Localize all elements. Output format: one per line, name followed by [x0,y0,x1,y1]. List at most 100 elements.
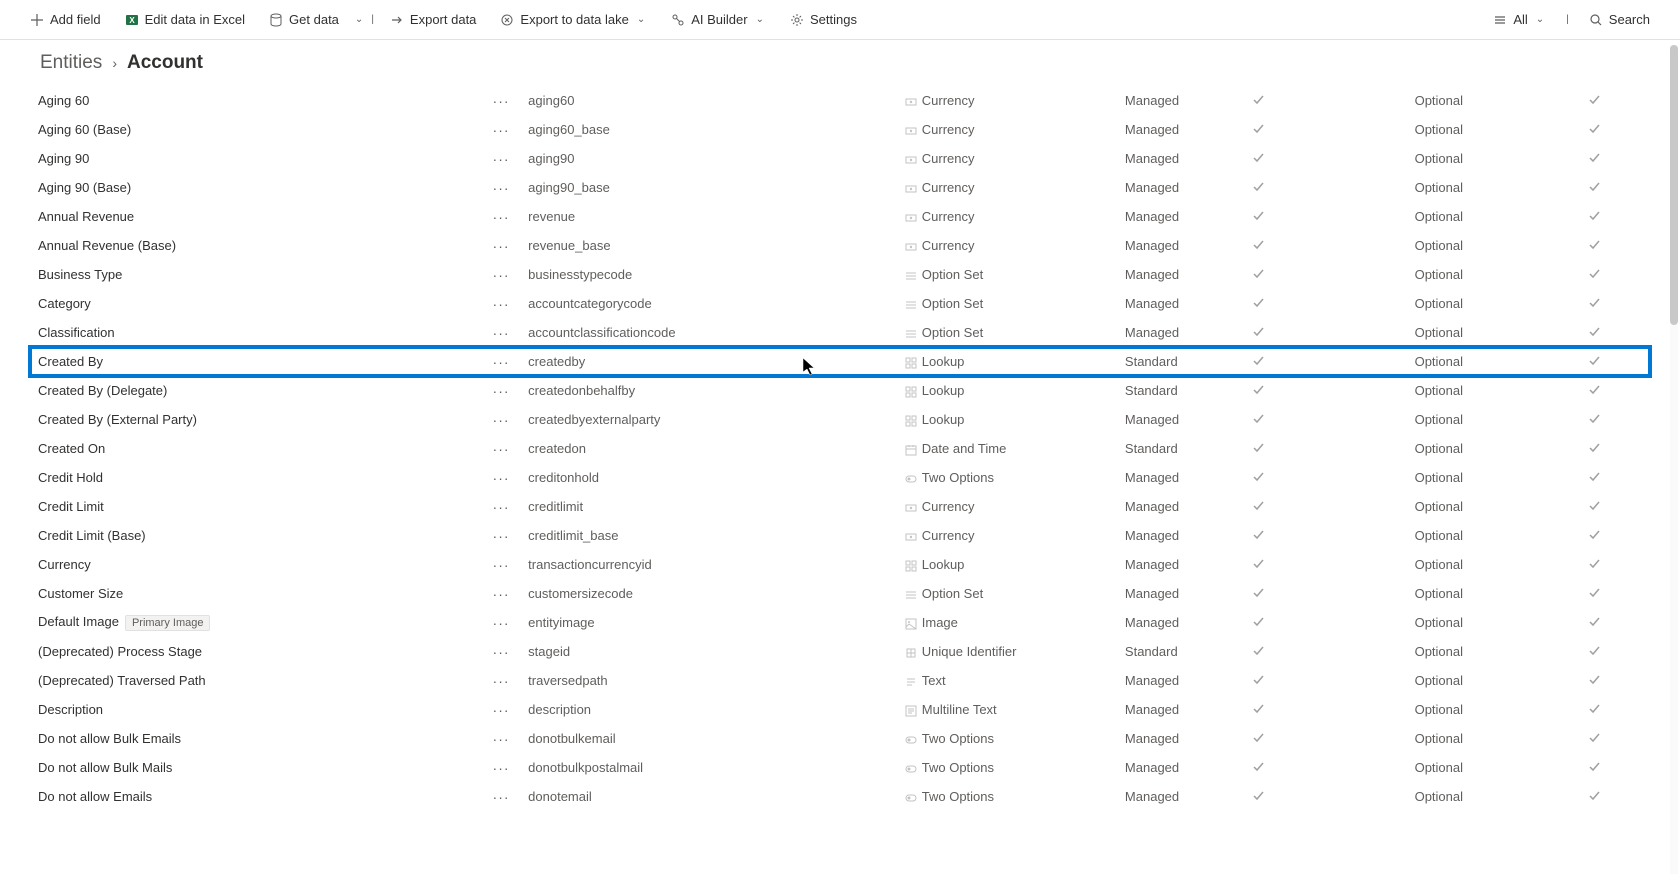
field-requirement: Optional [1407,144,1581,173]
more-actions-button[interactable]: ··· [482,318,520,347]
table-row[interactable]: Do not allow Emails···donotemailTwo Opti… [30,782,1650,811]
checkmark-icon [1252,732,1265,747]
currency-icon [905,502,917,514]
more-actions-button[interactable]: ··· [482,782,520,811]
breadcrumb-root[interactable]: Entities [40,52,102,74]
more-actions-button[interactable]: ··· [482,347,520,376]
field-type: Currency [897,202,1117,231]
more-actions-button[interactable]: ··· [482,376,520,405]
field-requirement: Optional [1407,753,1581,782]
checkmark-icon [1252,761,1265,776]
table-row[interactable]: Created By (External Party)···createdbye… [30,405,1650,434]
more-actions-button[interactable]: ··· [482,260,520,289]
datetime-icon [905,444,917,456]
checkmark-icon [1588,355,1601,370]
chevron-down-icon[interactable]: ⌄ [353,14,365,25]
customizable-check [1244,202,1406,231]
customizable-check [1244,608,1406,637]
search-button[interactable]: Search [1579,6,1660,33]
table-row[interactable]: Annual Revenue (Base)···revenue_baseCurr… [30,231,1650,260]
more-actions-button[interactable]: ··· [482,86,520,115]
field-schema-name: creditonhold [520,463,897,492]
table-row[interactable]: Aging 60···aging60CurrencyManagedOptiona… [30,86,1650,115]
chevron-down-icon: ⌄ [635,14,647,25]
more-actions-button[interactable]: ··· [482,724,520,753]
table-row[interactable]: Do not allow Bulk Emails···donotbulkemai… [30,724,1650,753]
table-row[interactable]: Business Type···businesstypecodeOption S… [30,260,1650,289]
table-row[interactable]: Aging 90 (Base)···aging90_baseCurrencyMa… [30,173,1650,202]
more-actions-button[interactable]: ··· [482,550,520,579]
table-row[interactable]: Annual Revenue···revenueCurrencyManagedO… [30,202,1650,231]
export-lake-button[interactable]: Export to data lake ⌄ [490,6,657,33]
field-managed: Standard [1117,434,1244,463]
breadcrumb-current: Account [127,52,203,74]
more-actions-button[interactable]: ··· [482,608,520,637]
vertical-scrollbar[interactable] [1670,45,1678,874]
lookup-icon [905,560,917,572]
field-type: Lookup [897,405,1117,434]
more-actions-button[interactable]: ··· [482,405,520,434]
table-row[interactable]: Customer Size···customersizecodeOption S… [30,579,1650,608]
more-actions-button[interactable]: ··· [482,521,520,550]
table-row[interactable]: Created By (Delegate)···createdonbehalfb… [30,376,1650,405]
more-actions-button[interactable]: ··· [482,115,520,144]
more-actions-button[interactable]: ··· [482,173,520,202]
table-row[interactable]: Default ImagePrimary Image···entityimage… [30,608,1650,637]
more-actions-button[interactable]: ··· [482,144,520,173]
add-field-button[interactable]: Add field [20,6,111,33]
searchable-check [1580,579,1650,608]
more-actions-button[interactable]: ··· [482,637,520,666]
currency-icon [905,154,917,166]
table-row[interactable]: Aging 60 (Base)···aging60_baseCurrencyMa… [30,115,1650,144]
customizable-check [1244,550,1406,579]
checkmark-icon [1252,442,1265,457]
checkmark-icon [1252,587,1265,602]
all-filter-button[interactable]: All ⌄ [1483,6,1556,33]
more-actions-button[interactable]: ··· [482,492,520,521]
table-row[interactable]: Credit Limit···creditlimitCurrencyManage… [30,492,1650,521]
lake-icon [500,13,514,27]
checkmark-icon [1252,152,1265,167]
field-schema-name: createdonbehalfby [520,376,897,405]
more-actions-button[interactable]: ··· [482,753,520,782]
field-type: Currency [897,492,1117,521]
field-schema-name: aging60 [520,86,897,115]
more-actions-button[interactable]: ··· [482,666,520,695]
table-row[interactable]: (Deprecated) Traversed Path···traversedp… [30,666,1650,695]
more-actions-button[interactable]: ··· [482,463,520,492]
ai-builder-button[interactable]: AI Builder ⌄ [661,6,776,33]
table-row[interactable]: Do not allow Bulk Mails···donotbulkposta… [30,753,1650,782]
table-row[interactable]: Credit Limit (Base)···creditlimit_baseCu… [30,521,1650,550]
more-actions-button[interactable]: ··· [482,202,520,231]
table-row[interactable]: (Deprecated) Process Stage···stageidUniq… [30,637,1650,666]
checkmark-icon [1252,790,1265,805]
more-actions-button[interactable]: ··· [482,434,520,463]
table-row[interactable]: Aging 90···aging90CurrencyManagedOptiona… [30,144,1650,173]
field-display-name: (Deprecated) Process Stage [30,637,482,666]
field-requirement: Optional [1407,115,1581,144]
table-row[interactable]: Created On···createdonDate and TimeStand… [30,434,1650,463]
field-schema-name: entityimage [520,608,897,637]
more-actions-button[interactable]: ··· [482,695,520,724]
field-display-name: Currency [30,550,482,579]
primary-image-badge: Primary Image [125,615,211,631]
table-row[interactable]: Category···accountcategorycodeOption Set… [30,289,1650,318]
table-row[interactable]: Description···descriptionMultiline TextM… [30,695,1650,724]
field-managed: Managed [1117,492,1244,521]
table-row[interactable]: Created By···createdbyLookupStandardOpti… [30,347,1650,376]
field-requirement: Optional [1407,318,1581,347]
get-data-button[interactable]: Get data [259,6,349,33]
more-actions-button[interactable]: ··· [482,289,520,318]
table-row[interactable]: Currency···transactioncurrencyidLookupMa… [30,550,1650,579]
scrollbar-thumb[interactable] [1670,45,1678,325]
settings-button[interactable]: Settings [780,6,867,33]
table-row[interactable]: Classification···accountclassificationco… [30,318,1650,347]
more-actions-button[interactable]: ··· [482,231,520,260]
edit-excel-button[interactable]: X Edit data in Excel [115,6,255,33]
customizable-check [1244,115,1406,144]
more-actions-button[interactable]: ··· [482,579,520,608]
checkmark-icon [1588,790,1601,805]
field-display-name: Business Type [30,260,482,289]
table-row[interactable]: Credit Hold···creditonholdTwo OptionsMan… [30,463,1650,492]
export-data-button[interactable]: Export data [380,6,487,33]
